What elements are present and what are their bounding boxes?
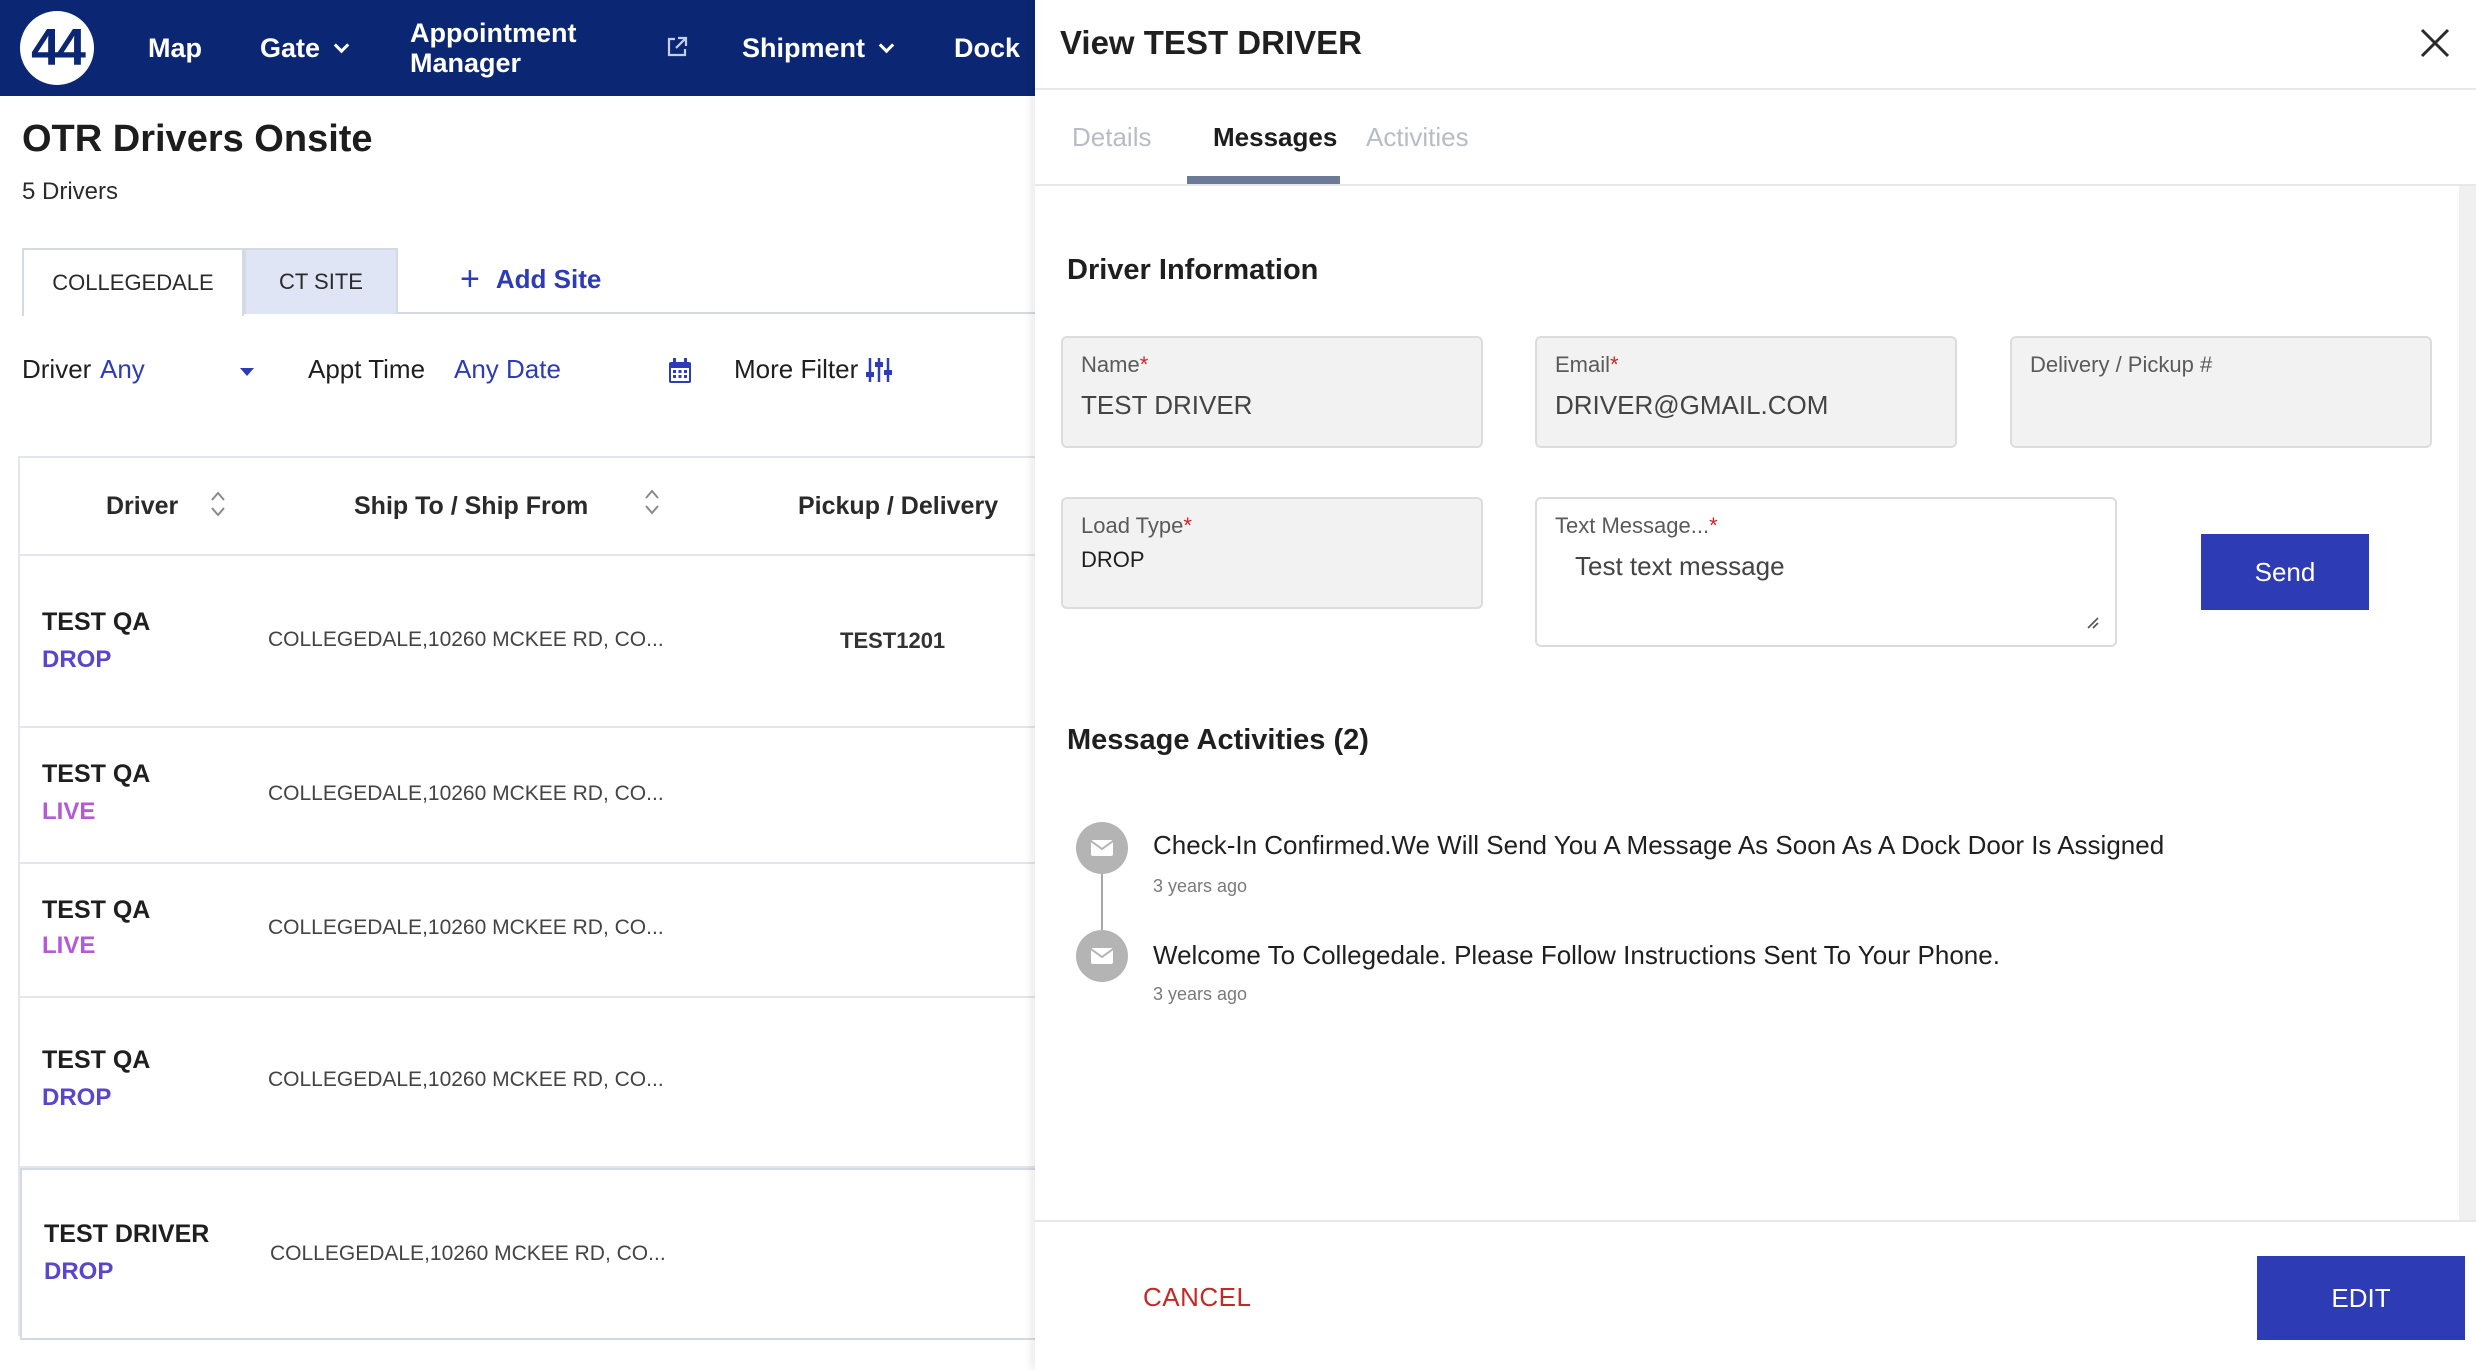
more-filter-label: More Filter — [734, 354, 859, 384]
nav-dock[interactable]: Dock — [954, 0, 1020, 96]
driver-count: 5 Drivers — [22, 178, 119, 205]
plus-icon: + — [460, 259, 480, 298]
name-field[interactable]: Name* TEST DRIVER — [1061, 336, 1483, 448]
caret-down-icon[interactable] — [240, 368, 254, 376]
external-link-icon[interactable] — [666, 36, 688, 58]
email-value: DRIVER@GMAIL.COM — [1555, 390, 1829, 420]
column-header-ship-to[interactable]: Ship To / Ship From — [354, 458, 588, 554]
top-nav-bar: 44 Map Gate Appointment Manager Shipment… — [0, 0, 1035, 96]
nav-map[interactable]: Map — [148, 0, 202, 96]
name-value: TEST DRIVER — [1081, 390, 1253, 420]
table-row[interactable]: TEST QA DROP COLLEGEDALE,10260 MCKEE RD,… — [20, 556, 1037, 728]
load-type: LIVE — [42, 798, 96, 825]
delivery-pickup-field[interactable]: Delivery / Pickup # — [2010, 336, 2432, 448]
footer-divider — [1035, 1220, 2476, 1222]
sliders-icon — [866, 357, 893, 382]
tab-collegedale[interactable]: COLLEGEDALE — [22, 248, 244, 316]
text-message-value: Test text message — [1575, 551, 1785, 581]
appt-date-select[interactable]: Any Date — [454, 354, 561, 385]
pickup-number: TEST1201 — [840, 628, 946, 653]
text-message-textarea[interactable]: Text Message...* Test text message — [1535, 497, 2117, 647]
column-header-pickup[interactable]: Pickup / Delivery — [798, 458, 998, 554]
edit-button[interactable]: EDIT — [2257, 1256, 2465, 1340]
driver-name: TEST QA — [42, 896, 151, 924]
table-row[interactable]: TEST QA LIVE COLLEGEDALE,10260 MCKEE RD,… — [20, 728, 1037, 864]
table-row[interactable]: TEST QA LIVE COLLEGEDALE,10260 MCKEE RD,… — [20, 864, 1037, 998]
drivers-table: Driver Ship To / Ship From Pickup / Deli… — [18, 456, 1037, 1340]
appt-time-label: Appt Time — [308, 354, 426, 384]
add-site-label: Add Site — [495, 263, 602, 294]
site-tabs: COLLEGEDALE CT SITE + Add Site — [22, 248, 1035, 316]
text-message-label: Text Message...* — [1555, 513, 1718, 538]
drawer-header-divider — [1035, 88, 2476, 90]
driver-filter-select[interactable]: Any — [100, 354, 145, 385]
tab-activities[interactable]: Activities — [1366, 122, 1469, 153]
message-activities-heading: Message Activities (2) — [1067, 724, 1369, 756]
tab-details[interactable]: Details — [1072, 122, 1151, 153]
nav-map-label: Map — [148, 32, 202, 63]
column-header-driver[interactable]: Driver — [106, 458, 178, 554]
load-type: DROP — [42, 646, 112, 673]
message-text: Check-In Confirmed.We Will Send You A Me… — [1153, 830, 2165, 860]
nav-dock-label: Dock — [954, 32, 1021, 63]
tabs-divider — [1035, 184, 2476, 186]
ship-address: COLLEGEDALE,10260 MCKEE RD, CO... — [270, 1242, 666, 1265]
close-icon[interactable] — [2418, 26, 2452, 60]
load-type-field[interactable]: Load Type* DROP — [1061, 497, 1483, 609]
add-site-button[interactable]: + Add Site — [460, 248, 601, 310]
send-button[interactable]: Send — [2201, 534, 2369, 610]
ship-address: COLLEGEDALE,10260 MCKEE RD, CO... — [268, 782, 664, 805]
nav-gate[interactable]: Gate — [260, 0, 350, 96]
message-time: 3 years ago — [1153, 984, 1248, 1004]
load-type: LIVE — [42, 932, 96, 959]
app-logo[interactable]: 44 — [20, 11, 94, 85]
load-type-value: DROP — [1081, 547, 1145, 572]
driver-name: TEST QA — [42, 608, 151, 636]
timeline-connector — [1101, 870, 1103, 930]
driver-filter-label: Driver — [22, 354, 92, 384]
driver-name: TEST QA — [42, 760, 151, 788]
ship-address: COLLEGEDALE,10260 MCKEE RD, CO... — [268, 916, 664, 939]
load-type-label: Load Type* — [1081, 513, 1192, 538]
nav-shipment-label: Shipment — [742, 32, 866, 63]
envelope-icon — [1076, 822, 1128, 874]
table-row-selected[interactable]: TEST DRIVER DROP COLLEGEDALE,10260 MCKEE… — [20, 1168, 1037, 1340]
chevron-down-icon — [878, 37, 895, 53]
name-label: Name* — [1081, 352, 1149, 377]
nav-appointment-manager[interactable]: Appointment Manager — [410, 18, 600, 78]
sort-icon[interactable] — [210, 490, 226, 518]
driver-name: TEST DRIVER — [44, 1220, 210, 1248]
load-type: DROP — [44, 1258, 114, 1285]
email-field[interactable]: Email* DRIVER@GMAIL.COM — [1535, 336, 1957, 448]
tab-messages[interactable]: Messages — [1213, 122, 1337, 153]
cancel-button[interactable]: CANCEL — [1143, 1282, 1251, 1313]
table-row[interactable]: TEST QA DROP COLLEGEDALE,10260 MCKEE RD,… — [20, 998, 1037, 1168]
drawer-title: View TEST DRIVER — [1060, 24, 1362, 61]
ship-address: COLLEGEDALE,10260 MCKEE RD, CO... — [268, 628, 664, 651]
page-title: OTR Drivers Onsite — [22, 118, 373, 160]
envelope-icon — [1076, 930, 1128, 982]
ship-address: COLLEGEDALE,10260 MCKEE RD, CO... — [268, 1068, 664, 1091]
message-time: 3 years ago — [1153, 876, 1248, 896]
email-label: Email* — [1555, 352, 1619, 377]
calendar-icon[interactable] — [668, 358, 692, 384]
nav-gate-label: Gate — [260, 32, 321, 63]
tab-ct-site[interactable]: CT SITE — [244, 248, 398, 314]
drawer-scrollbar[interactable] — [2459, 186, 2476, 1220]
nav-shipment[interactable]: Shipment — [742, 0, 895, 96]
view-driver-drawer: View TEST DRIVER Details Messages Activi… — [1035, 0, 2476, 1370]
sort-icon[interactable] — [644, 488, 660, 516]
load-type: DROP — [42, 1084, 112, 1111]
more-filter-button[interactable]: More Filter — [734, 354, 893, 385]
driver-information-heading: Driver Information — [1067, 254, 1319, 286]
chevron-down-icon — [333, 37, 350, 53]
resize-handle-icon[interactable] — [2085, 615, 2099, 629]
delivery-pickup-label: Delivery / Pickup # — [2030, 352, 2213, 377]
driver-name: TEST QA — [42, 1046, 151, 1074]
message-text: Welcome To Collegedale. Please Follow In… — [1153, 940, 2000, 970]
